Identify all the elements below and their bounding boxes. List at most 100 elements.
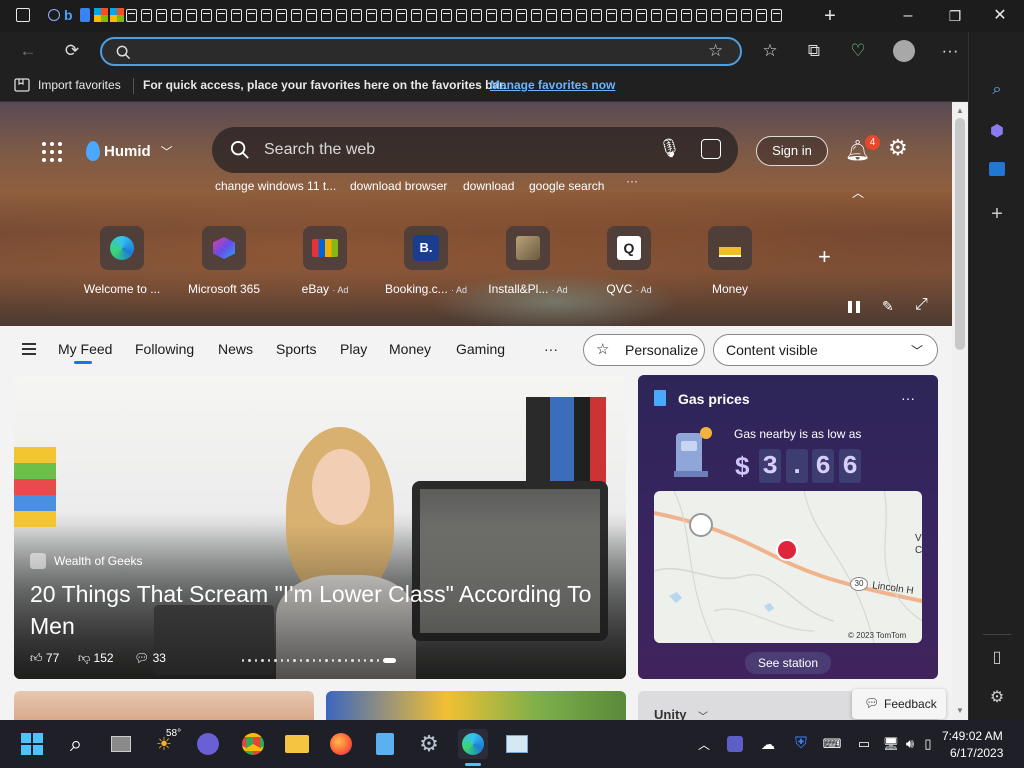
suggestion-1[interactable]: change windows 11 t...	[215, 179, 336, 193]
microphone-icon[interactable]: 🎙	[658, 138, 681, 159]
web-search-input[interactable]	[264, 139, 644, 161]
article-headline[interactable]: 20 Things That Scream "I'm Lower Class" …	[30, 578, 610, 642]
page-settings-icon[interactable]: ⚙	[888, 135, 908, 161]
sidebar-copilot-icon[interactable]: ⬢	[983, 118, 1011, 146]
tab-favicon-icon[interactable]	[471, 9, 482, 22]
firefox-icon[interactable]	[326, 729, 356, 759]
restore-button[interactable]: ❐	[935, 4, 975, 28]
profile-avatar[interactable]	[893, 40, 915, 62]
more-tabs[interactable]: ···	[544, 341, 558, 357]
taskbar-search-icon[interactable]: ⌕	[61, 729, 91, 759]
address-input[interactable]	[142, 41, 682, 62]
tab-favicon-icon[interactable]	[381, 9, 392, 22]
gas-station-map[interactable]: 30 Lincoln H V C © 2023 TomTom	[654, 491, 922, 643]
article-thumbnail-1[interactable]	[14, 691, 314, 721]
gas-card-more-button[interactable]: ···	[901, 390, 915, 406]
search-tab-icon[interactable]	[48, 9, 60, 21]
pause-icon[interactable]	[848, 301, 860, 313]
tab-favicon-icon[interactable]	[336, 9, 347, 22]
article-source[interactable]: Wealth of Geeks	[54, 554, 143, 568]
windows-start-icon[interactable]	[17, 729, 47, 759]
tab-favicon-icon[interactable]	[231, 9, 242, 22]
teams-tray-icon[interactable]	[720, 729, 750, 759]
comments-button[interactable]: 💬︎ 33	[134, 651, 166, 665]
content-visibility-select[interactable]: Content visible ﹀	[713, 334, 938, 366]
tab-favicon-icon[interactable]	[261, 9, 272, 22]
tab-favicon-icon[interactable]	[756, 9, 767, 22]
suggestion-4[interactable]: google search	[529, 179, 604, 193]
tab-favicon-icon[interactable]	[411, 9, 422, 22]
tab-favicon-icon[interactable]	[441, 9, 452, 22]
tab-favicon-icon[interactable]	[651, 9, 662, 22]
task-manager-icon[interactable]	[502, 729, 532, 759]
tab-favicon-icon[interactable]	[726, 9, 737, 22]
favorites-icon[interactable]: ☆	[755, 32, 785, 70]
hamburger-menu-icon[interactable]	[22, 343, 36, 355]
manage-favorites-link[interactable]: Manage favorites now	[490, 78, 615, 92]
tab-favicon-icon[interactable]	[771, 9, 782, 22]
article-thumbnail-2[interactable]	[326, 691, 626, 721]
tab-favicon-icon[interactable]	[351, 9, 362, 22]
quicklink-ebay[interactable]: eBay · Ad	[275, 226, 375, 296]
address-bar[interactable]: ☆	[100, 37, 742, 66]
sign-in-button[interactable]: Sign in	[756, 136, 828, 166]
tab-favicon-icon[interactable]	[306, 9, 317, 22]
tab-favicon-icon[interactable]	[396, 9, 407, 22]
tab-favicon-icon[interactable]	[126, 9, 137, 22]
refresh-icon[interactable]: ⟳	[57, 32, 87, 70]
quicklink-welcome[interactable]: Welcome to ...	[72, 226, 172, 296]
import-favorites-link[interactable]: Import favorites	[38, 78, 121, 92]
collections-icon[interactable]: ⧉	[799, 32, 829, 70]
browser-essentials-icon[interactable]: ♡	[843, 32, 873, 70]
tab-money[interactable]: Money	[389, 341, 431, 357]
collapse-chevron-icon[interactable]: ︿	[852, 184, 864, 201]
add-quicklink-icon[interactable]: +	[818, 244, 831, 270]
selected-station-marker-icon[interactable]	[776, 539, 798, 561]
microsoft-tab-icon[interactable]	[94, 8, 108, 22]
tab-favicon-icon[interactable]	[591, 9, 602, 22]
tab-favicon-icon[interactable]	[621, 9, 632, 22]
carousel-pager[interactable]	[242, 655, 397, 665]
tab-favicon-icon[interactable]	[456, 9, 467, 22]
tab-gaming[interactable]: Gaming	[456, 341, 505, 357]
quicklink-qvc[interactable]: Q QVC · Ad	[579, 226, 679, 296]
tab-favicon-icon[interactable]	[156, 9, 167, 22]
settings-app-icon[interactable]: ⚙	[414, 729, 444, 759]
taskbar-clock-date[interactable]: 6/17/2023	[950, 746, 1003, 760]
minimize-button[interactable]: –	[888, 4, 928, 28]
tab-favicon-icon[interactable]	[201, 9, 212, 22]
display-icon[interactable]: ▭	[849, 729, 879, 759]
quicklink-install[interactable]: Install&Pl... · Ad	[478, 226, 578, 296]
tab-favicon-icon[interactable]	[711, 9, 722, 22]
tab-favicon-icon[interactable]	[516, 9, 527, 22]
teams-meet-icon[interactable]	[193, 729, 223, 759]
tab-favicon-icon[interactable]	[141, 9, 152, 22]
tab-favicon-icon[interactable]	[681, 9, 692, 22]
star-favorite-icon[interactable]: ☆	[708, 41, 723, 61]
show-hidden-icons-chevron[interactable]: ︿	[689, 729, 719, 759]
like-button[interactable]: 👍︎ 77	[30, 651, 59, 666]
notepad-icon[interactable]	[370, 729, 400, 759]
dislike-button[interactable]: 👎︎ 152	[78, 651, 114, 666]
sidebar-add-icon[interactable]: +	[983, 200, 1011, 228]
tab-following[interactable]: Following	[135, 341, 194, 357]
tab-favicon-icon[interactable]	[276, 9, 287, 22]
tab-my-feed[interactable]: My Feed	[58, 341, 112, 357]
tab-favicon-icon[interactable]	[321, 9, 332, 22]
security-shield-icon[interactable]: ⛨	[786, 729, 816, 759]
suggestion-3[interactable]: download	[463, 179, 514, 193]
sidebar-settings-icon[interactable]: ⚙	[983, 684, 1011, 712]
scroll-down-arrow[interactable]: ▼	[956, 706, 964, 715]
expand-icon[interactable]: ⤢	[915, 296, 928, 314]
tab-favicon-icon[interactable]	[561, 9, 572, 22]
tab-favicon-icon[interactable]	[636, 9, 647, 22]
gas-prices-card[interactable]: Gas prices ··· Gas nearby is as low as $…	[638, 375, 938, 679]
tab-actions-icon[interactable]	[16, 8, 30, 22]
sidebar-search-icon[interactable]: ⌕	[983, 76, 1011, 104]
tab-favicon-icon[interactable]	[486, 9, 497, 22]
keyboard-icon[interactable]: ⌨	[817, 729, 847, 759]
back-arrow-icon[interactable]: ←	[13, 32, 43, 70]
scroll-up-arrow[interactable]: ▲	[956, 106, 964, 115]
tab-favicon-icon[interactable]	[216, 9, 227, 22]
scroll-thumb[interactable]	[955, 118, 965, 350]
